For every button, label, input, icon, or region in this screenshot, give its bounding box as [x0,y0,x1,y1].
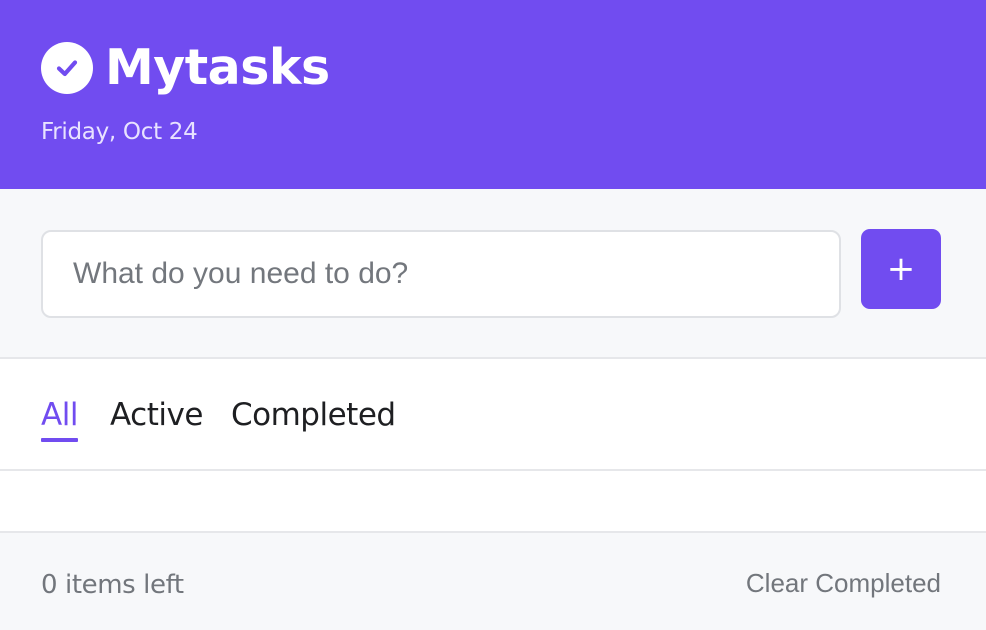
filter-tabs: All Active Completed [0,359,986,471]
tab-active[interactable]: Active [110,395,203,439]
add-task-button[interactable]: + [861,229,941,309]
tab-all[interactable]: All [41,395,78,442]
add-task-bar: + [0,189,986,359]
app-header: Mytasks Friday, Oct 24 [0,0,986,189]
current-date: Friday, Oct 24 [41,119,198,145]
tab-completed[interactable]: Completed [231,395,396,439]
items-left-count: 0 items left [41,570,184,600]
check-circle-icon [41,42,93,94]
app-title: Mytasks [105,39,330,96]
task-list [0,471,986,533]
list-footer: 0 items left Clear Completed [0,533,986,630]
new-task-input[interactable] [41,230,841,318]
checkmark-glyph [56,60,78,77]
clear-completed-button[interactable]: Clear Completed [746,567,941,599]
